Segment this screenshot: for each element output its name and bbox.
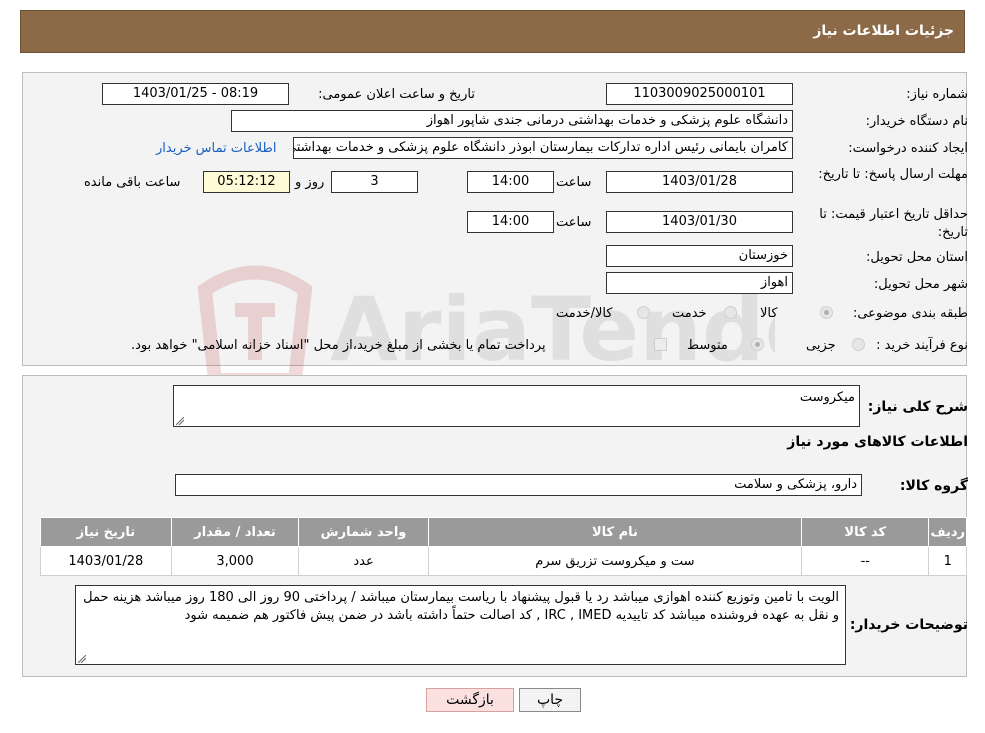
col-need-date: تاریخ نیاز <box>40 517 172 547</box>
col-unit: واحد شمارش <box>298 517 429 547</box>
cell-goods-code: -- <box>801 546 930 576</box>
purchase-radio-minor[interactable] <box>852 338 865 351</box>
validity-time-field: 14:00 <box>467 211 554 233</box>
announce-date-label: تاریخ و ساعت اعلان عمومی: <box>318 87 475 102</box>
cell-goods-name: ست و میکروست تزریق سرم <box>427 546 803 576</box>
buyer-contact-link[interactable]: اطلاعات تماس خریدار <box>156 141 276 156</box>
category-option-service: خدمت <box>672 306 707 321</box>
remaining-time-label: ساعت باقی مانده <box>84 175 181 190</box>
city-field: اهواز <box>606 272 793 294</box>
description-label: شرح کلی نیاز: <box>867 399 968 415</box>
category-option-goods-service: کالا/خدمت <box>556 306 613 321</box>
announce-date-field: 1403/01/25 - 08:19 <box>102 83 289 105</box>
requester-field: کامران بایمانی رئیس اداره تدارکات بیمارس… <box>293 137 793 159</box>
deadline-date-field: 1403/01/28 <box>606 171 793 193</box>
purchase-option-medium: متوسط <box>687 338 728 353</box>
category-label: طبقه بندی موضوعی: <box>852 306 968 321</box>
category-option-goods: کالا <box>760 306 778 321</box>
col-goods-name: نام کالا <box>427 517 803 547</box>
resize-handle-icon[interactable] <box>176 417 184 425</box>
back-button[interactable]: بازگشت <box>426 688 514 712</box>
category-radio-goods[interactable] <box>820 306 833 319</box>
buyer-notes-label: توضیحات خریدار: <box>849 617 968 633</box>
description-text: میکروست <box>799 390 855 405</box>
treasury-checkbox[interactable] <box>654 338 667 351</box>
goods-group-label: گروه کالا: <box>899 478 968 494</box>
days-label: روز و <box>295 175 325 190</box>
description-field[interactable]: میکروست <box>173 385 860 427</box>
buyer-notes-field[interactable]: الویت با تامین وتوزیع کننده اهوازی میباش… <box>75 585 846 665</box>
buyer-notes-text: الویت با تامین وتوزیع کننده اهوازی میباش… <box>83 590 839 623</box>
goods-table: ردیف کد کالا نام کالا واحد شمارش تعداد /… <box>40 517 967 576</box>
cell-quantity: 3,000 <box>170 546 300 576</box>
page-header: جزئیات اطلاعات نیاز <box>20 10 965 53</box>
resize-handle-icon[interactable] <box>78 655 86 663</box>
validity-time-label: ساعت <box>556 215 592 230</box>
deadline-time-field: 14:00 <box>467 171 554 193</box>
print-button[interactable]: چاپ <box>519 688 581 712</box>
province-field: خوزستان <box>606 245 793 267</box>
need-number-field: 1103009025000101 <box>606 83 793 105</box>
remaining-time-field: 05:12:12 <box>203 171 290 193</box>
city-label: شهر محل تحویل: <box>873 277 968 292</box>
page-title: جزئیات اطلاعات نیاز <box>813 23 954 39</box>
col-quantity: تعداد / مقدار <box>170 517 300 547</box>
deadline-label: مهلت ارسال پاسخ: تا تاریخ: <box>818 167 968 182</box>
goods-info-title: اطلاعات کالاهای مورد نیاز <box>787 434 968 450</box>
goods-group-field: دارو، پزشکی و سلامت <box>175 474 862 496</box>
validity-date-field: 1403/01/30 <box>606 211 793 233</box>
purchase-type-label: نوع فرآیند خرید : <box>876 338 968 353</box>
purchase-option-minor: جزیی <box>806 338 836 353</box>
treasury-note: پرداخت تمام یا بخشی از مبلغ خرید،از محل … <box>131 338 546 353</box>
requester-label: ایجاد کننده درخواست: <box>848 141 968 156</box>
buyer-org-label: نام دستگاه خریدار: <box>865 114 968 129</box>
col-goods-code: کد کالا <box>801 517 930 547</box>
cell-row-number: 1 <box>928 546 967 576</box>
category-radio-goods-service[interactable] <box>637 306 650 319</box>
deadline-time-label: ساعت <box>556 175 592 190</box>
table-row: 1 -- ست و میکروست تزریق سرم عدد 3,000 14… <box>40 546 967 576</box>
purchase-radio-medium[interactable] <box>751 338 764 351</box>
category-radio-service[interactable] <box>724 306 737 319</box>
province-label: استان محل تحویل: <box>866 250 968 265</box>
col-row-number: ردیف <box>928 517 967 547</box>
days-remaining-field: 3 <box>331 171 418 193</box>
price-validity-label: حداقل تاریخ اعتبار قیمت: تا تاریخ: <box>819 207 968 240</box>
buyer-org-field: دانشگاه علوم پزشکی و خدمات بهداشتی درمان… <box>231 110 793 132</box>
need-number-label: شماره نیاز: <box>906 87 968 102</box>
cell-unit: عدد <box>298 546 429 576</box>
cell-need-date: 1403/01/28 <box>40 546 172 576</box>
table-header-row: ردیف کد کالا نام کالا واحد شمارش تعداد /… <box>40 517 967 547</box>
